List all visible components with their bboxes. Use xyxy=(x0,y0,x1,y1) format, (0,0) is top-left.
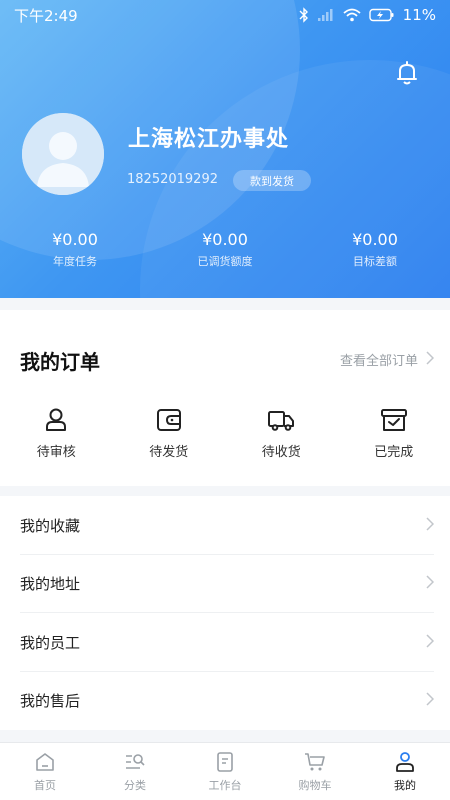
tab-cart[interactable]: 购物车 xyxy=(270,743,360,800)
wifi-icon xyxy=(343,8,361,22)
bottom-tab-bar: 首页 分类 工作台 购物车 我的 xyxy=(0,742,450,800)
order-pending-ship[interactable]: 待发货 xyxy=(113,406,226,460)
order-pending-review[interactable]: 待审核 xyxy=(0,406,113,460)
orders-title: 我的订单 xyxy=(20,350,100,374)
order-status-label: 待发货 xyxy=(149,445,189,460)
menu-item-label: 我的售后 xyxy=(20,692,81,711)
category-search-icon xyxy=(126,753,145,769)
view-all-label: 查看全部订单 xyxy=(339,354,418,369)
stat-value: ¥0.00 xyxy=(352,230,398,249)
archive-check-icon xyxy=(380,409,407,431)
status-bar: 下午2:49 11% xyxy=(0,0,450,30)
settings-menu: 我的收藏 我的地址 我的员工 我的售后 xyxy=(0,496,450,730)
profile-icon xyxy=(396,751,414,772)
stat-transferred[interactable]: ¥0.00 已调货额度 xyxy=(150,230,300,269)
tab-label: 我的 xyxy=(394,778,416,792)
workbench-icon xyxy=(217,751,233,772)
cart-icon xyxy=(305,752,325,770)
order-completed[interactable]: 已完成 xyxy=(338,406,450,460)
stat-label: 已调货额度 xyxy=(197,255,253,268)
stats-row: ¥0.00 年度任务 ¥0.00 已调货额度 ¥0.00 目标差额 xyxy=(0,230,450,269)
stat-label: 年度任务 xyxy=(53,255,97,268)
tab-label: 分类 xyxy=(124,778,146,792)
profile-header: 下午2:49 11% 上海松江办事处 18252019292 款到发货 ¥0.0… xyxy=(0,0,450,298)
chevron-right-icon xyxy=(426,633,435,652)
stat-value: ¥0.00 xyxy=(52,230,98,249)
signal-icon xyxy=(317,8,335,22)
order-status-label: 待审核 xyxy=(36,445,76,460)
tab-home[interactable]: 首页 xyxy=(0,743,90,800)
menu-item-after-sales[interactable]: 我的售后 xyxy=(0,672,450,731)
user-check-icon xyxy=(46,408,67,431)
bluetooth-icon xyxy=(299,7,309,23)
stat-value: ¥0.00 xyxy=(202,230,248,249)
order-status-label: 已完成 xyxy=(374,445,414,460)
tab-workbench[interactable]: 工作台 xyxy=(180,743,270,800)
menu-item-label: 我的收藏 xyxy=(20,516,81,535)
chevron-right-icon xyxy=(426,574,435,593)
home-icon xyxy=(36,752,54,771)
my-orders-card: 我的订单 查看全部订单 待审核 待发货 待收货 已完成 xyxy=(0,310,450,486)
order-status-row: 待审核 待发货 待收货 已完成 xyxy=(0,406,450,460)
phone-number: 18252019292 xyxy=(127,172,218,187)
menu-item-address[interactable]: 我的地址 xyxy=(0,555,450,614)
order-pending-receive[interactable]: 待收货 xyxy=(225,406,338,460)
stat-label: 目标差额 xyxy=(353,255,397,268)
menu-item-label: 我的地址 xyxy=(20,575,81,594)
battery-percent: 11% xyxy=(402,6,436,24)
battery-icon xyxy=(368,8,395,22)
tab-label: 工作台 xyxy=(208,778,242,792)
stat-annual-task[interactable]: ¥0.00 年度任务 xyxy=(0,230,150,269)
chevron-right-icon xyxy=(426,350,435,369)
view-all-orders-link[interactable]: 查看全部订单 xyxy=(339,350,435,369)
avatar[interactable] xyxy=(22,113,104,195)
order-status-label: 待收货 xyxy=(261,445,301,460)
truck-icon xyxy=(268,411,295,431)
chevron-right-icon xyxy=(426,516,435,535)
tab-label: 首页 xyxy=(34,778,56,792)
menu-item-staff[interactable]: 我的员工 xyxy=(0,613,450,672)
tab-label: 购物车 xyxy=(298,778,332,792)
tab-profile[interactable]: 我的 xyxy=(360,743,450,800)
notification-bell-icon[interactable] xyxy=(395,60,419,86)
status-time: 下午2:49 xyxy=(14,6,78,25)
org-name: 上海松江办事处 xyxy=(128,127,290,152)
chevron-right-icon xyxy=(426,691,435,710)
stat-target-gap[interactable]: ¥0.00 目标差额 xyxy=(300,230,450,269)
menu-item-favorites[interactable]: 我的收藏 xyxy=(0,496,450,555)
menu-item-label: 我的员工 xyxy=(20,633,81,652)
wallet-icon xyxy=(156,409,181,431)
payment-tag: 款到发货 xyxy=(233,170,311,191)
tab-category[interactable]: 分类 xyxy=(90,743,180,800)
